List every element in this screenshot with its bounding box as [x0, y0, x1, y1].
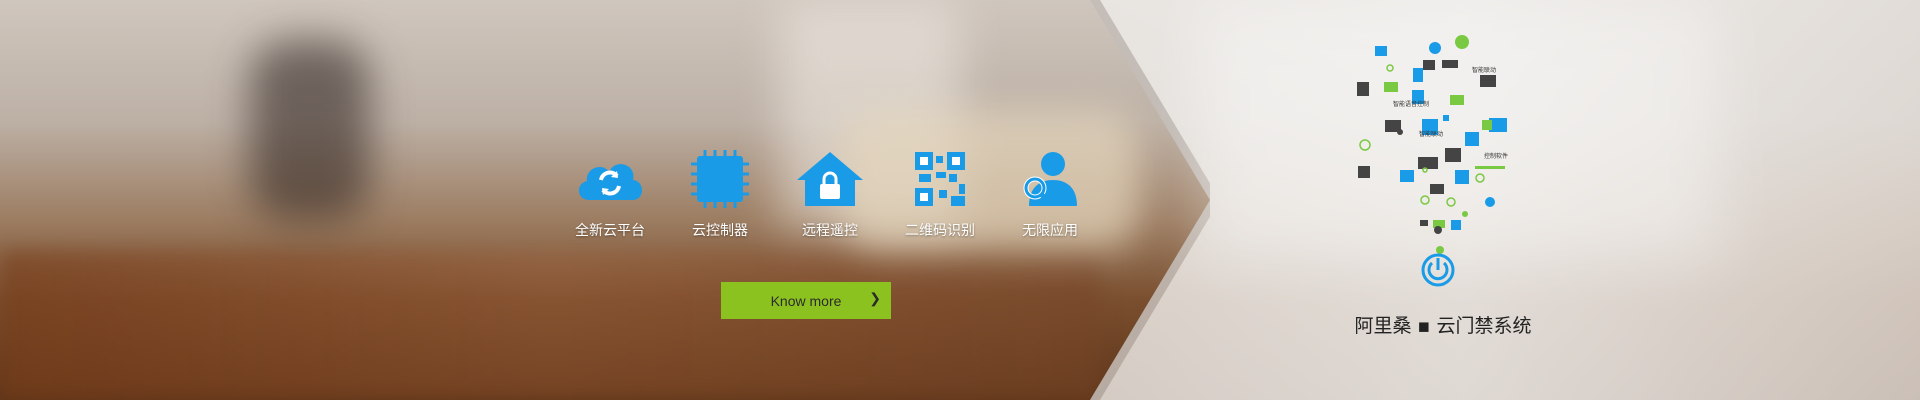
- chip-icon: [691, 150, 749, 208]
- iot-label: 智能联动: [1472, 66, 1496, 74]
- feature-cloud-platform: 全新云平台: [555, 150, 665, 240]
- iot-label: 智能联动: [1419, 130, 1443, 138]
- cloud-sync-icon: [578, 164, 642, 200]
- iot-label: 控制软件: [1484, 152, 1508, 160]
- power-icon: [1421, 253, 1455, 287]
- feature-remote-control: 远程遥控: [775, 150, 885, 240]
- chevron-right-icon: ❯: [869, 290, 881, 306]
- user-search-icon: [1023, 152, 1077, 206]
- feature-cloud-controller: 云控制器: [665, 150, 775, 240]
- hero-banner: 全新云平台 云控制器 远程遥控 二维码识别 无限应用 Know more ❯ 智…: [0, 0, 1920, 400]
- iot-devices-cloud-icon: 智能联动智能语音控制智能联动控制软件: [1357, 35, 1508, 254]
- feature-unlimited-apps: 无限应用: [995, 150, 1105, 240]
- qr-code-icon: [915, 152, 965, 206]
- feature-label: 无限应用: [1022, 223, 1078, 239]
- know-more-button[interactable]: Know more ❯: [721, 282, 891, 319]
- system-title: 阿里桑 ▪ 云门禁系统: [1354, 315, 1532, 337]
- feature-label: 二维码识别: [905, 223, 975, 239]
- feature-qr-recognition: 二维码识别: [885, 150, 995, 240]
- feature-label: 远程遥控: [802, 223, 858, 239]
- iot-label: 智能语音控制: [1393, 100, 1429, 108]
- home-lock-icon: [797, 152, 863, 206]
- know-more-label: Know more: [770, 292, 842, 309]
- feature-list: 全新云平台 云控制器 远程遥控 二维码识别 无限应用: [555, 150, 1105, 240]
- feature-label: 云控制器: [692, 223, 748, 239]
- feature-label: 全新云平台: [575, 223, 645, 239]
